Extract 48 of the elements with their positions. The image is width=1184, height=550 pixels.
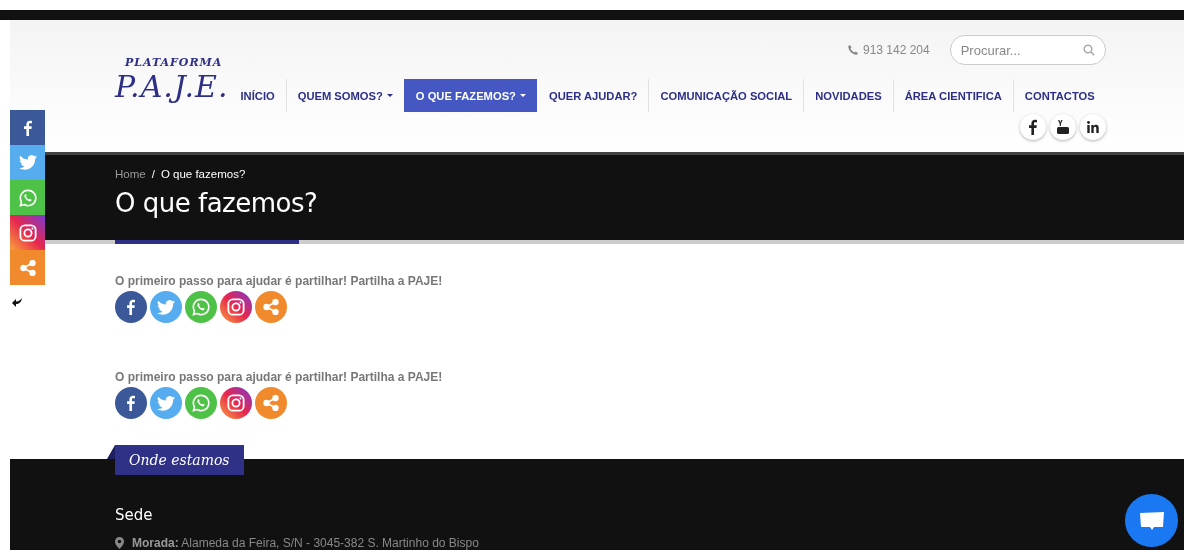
social-button[interactable] <box>1019 114 1046 140</box>
share-prompt: O primeiro passo para ajudar é partilhar! Partilha a PAJE! <box>115 274 444 288</box>
social-button[interactable] <box>1079 114 1106 140</box>
share-button[interactable] <box>10 110 45 145</box>
share-button[interactable] <box>115 291 147 323</box>
breadcrumb-separator: / <box>151 168 155 180</box>
nav-item[interactable]: COMUNICAÇÃO SOCIAL <box>648 79 804 112</box>
share-button[interactable] <box>115 387 147 419</box>
instagram-icon <box>18 223 37 242</box>
instagram-icon <box>227 394 245 412</box>
nav-item[interactable]: QUER AJUDAR? <box>536 79 649 112</box>
hide-arrow-icon[interactable] <box>12 298 22 307</box>
linkedin-icon <box>1086 121 1099 133</box>
facebook-icon <box>124 395 138 411</box>
chat-bubble-icon <box>1138 509 1165 532</box>
whatsapp-icon <box>192 298 210 316</box>
nav-item[interactable]: ÁREA CIENTIFICA <box>892 79 1013 112</box>
share-icon <box>263 395 279 411</box>
bird-icon <box>157 299 175 315</box>
share-icon <box>19 259 36 276</box>
nav-item[interactable]: NOVIDADES <box>803 79 893 112</box>
address-text: Morada: Alameda da Feira, S/N - 3045-382 S. Martinho do Bispo <box>132 536 479 550</box>
whatsapp-icon <box>192 394 210 412</box>
nav-item[interactable]: CONTACTOS <box>1012 79 1106 112</box>
bird-icon <box>18 155 37 170</box>
share-button[interactable] <box>220 291 252 323</box>
breadcrumb-current: O que fazemos? <box>160 168 246 180</box>
share-button[interactable] <box>10 215 45 250</box>
search-field[interactable]: Procurar... <box>949 35 1106 65</box>
share-prompt: O primeiro passo para ajudar é partilhar! Partilha a PAJE! <box>115 370 444 384</box>
social-button[interactable] <box>1049 114 1076 140</box>
section-heading: Sede <box>115 506 153 524</box>
facebook-icon <box>124 299 138 315</box>
nav-item[interactable]: O QUE FAZEMOS? <box>403 79 537 112</box>
phone-icon <box>847 45 858 55</box>
nav-item[interactable]: QUEM SOMOS? <box>285 79 404 112</box>
location-pin-icon <box>115 537 124 549</box>
nav-item[interactable]: INÍCIO <box>228 79 286 112</box>
bird-icon <box>157 395 175 411</box>
share-icon <box>263 299 279 315</box>
instagram-icon <box>227 298 245 316</box>
phone-number: 913 142 204 <box>862 43 930 57</box>
youtube-icon <box>1056 120 1069 134</box>
whatsapp-icon <box>18 188 37 207</box>
page-title: O que fazemos? <box>115 188 318 218</box>
share-button[interactable] <box>220 387 252 419</box>
breadcrumb-link[interactable]: Home <box>115 168 146 180</box>
logo[interactable]: PLATAFORMA P.A.J.E. <box>115 56 229 104</box>
